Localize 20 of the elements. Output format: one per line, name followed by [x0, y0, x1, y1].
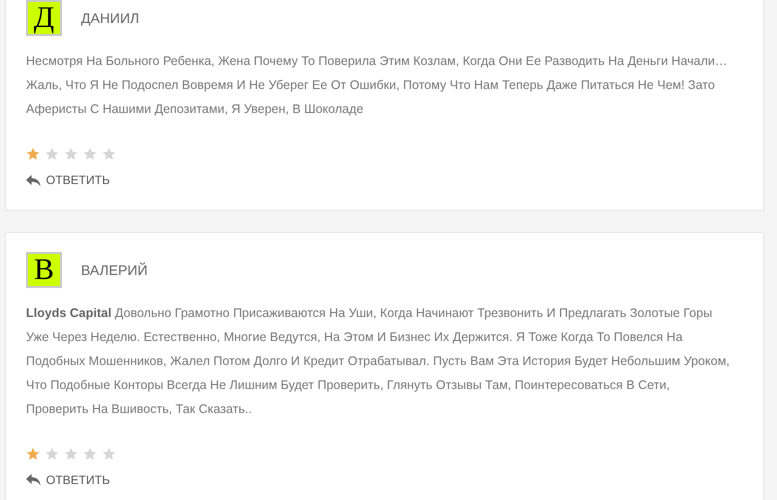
star-icon [64, 446, 78, 460]
reply-link[interactable]: ОТВЕТИТЬ [26, 173, 110, 187]
avatar: Д [26, 0, 62, 36]
star-icon [102, 147, 116, 161]
star-icon [26, 147, 40, 161]
star-icon [102, 446, 116, 460]
star-icon [83, 446, 97, 460]
star-icon [83, 147, 97, 161]
reply-link[interactable]: ОТВЕТИТЬ [26, 472, 110, 486]
review-text: Несмотря На Больного Ребенка, Жена Почему То Поверила Этим Козлам, Когда Они Ее Разводить На Деньги Начали… Жаль, Что Я Не Подоспел Вовремя И Не Уберег Ее От Ошибки, Потому Что Нам Теперь Даже Питаться Не Чем! Зато Аферисты С Нашими Депозитами, Я Уверен, В Шоколаде [26, 53, 728, 118]
star-icon [45, 147, 59, 161]
review-text: Lloyds Capital Довольно Грамотно Присаживаются На Уши, Когда Начинают Трезвонить И Предлагать Золотые Горы Уже Через Неделю. Естественно, Многие Ведутся, На Этом И Бизнес Их Держится. Я Тоже Когда То Повелся На Подобных Мошенников, Жалел Потом Долго И Кредит Отрабатывал. Пусть Вам Эта История Будет Небольшим Уроком, Что Подобные Конторы Всегда Не Лишним Будет Проверить, Глянуть Отзывы Там, Поинтересоваться В Сети, Проверить На Вшивость, Так Сказать.. [26, 304, 731, 418]
star-icon [45, 446, 59, 460]
author-name: ДАНИИЛ [81, 10, 140, 26]
reply-icon [26, 473, 41, 486]
star-icon [64, 147, 78, 161]
author-name: ВАЛЕРИЙ [81, 262, 148, 278]
avatar: В [26, 252, 62, 288]
star-icon [26, 446, 40, 460]
reply-icon [26, 174, 41, 186]
